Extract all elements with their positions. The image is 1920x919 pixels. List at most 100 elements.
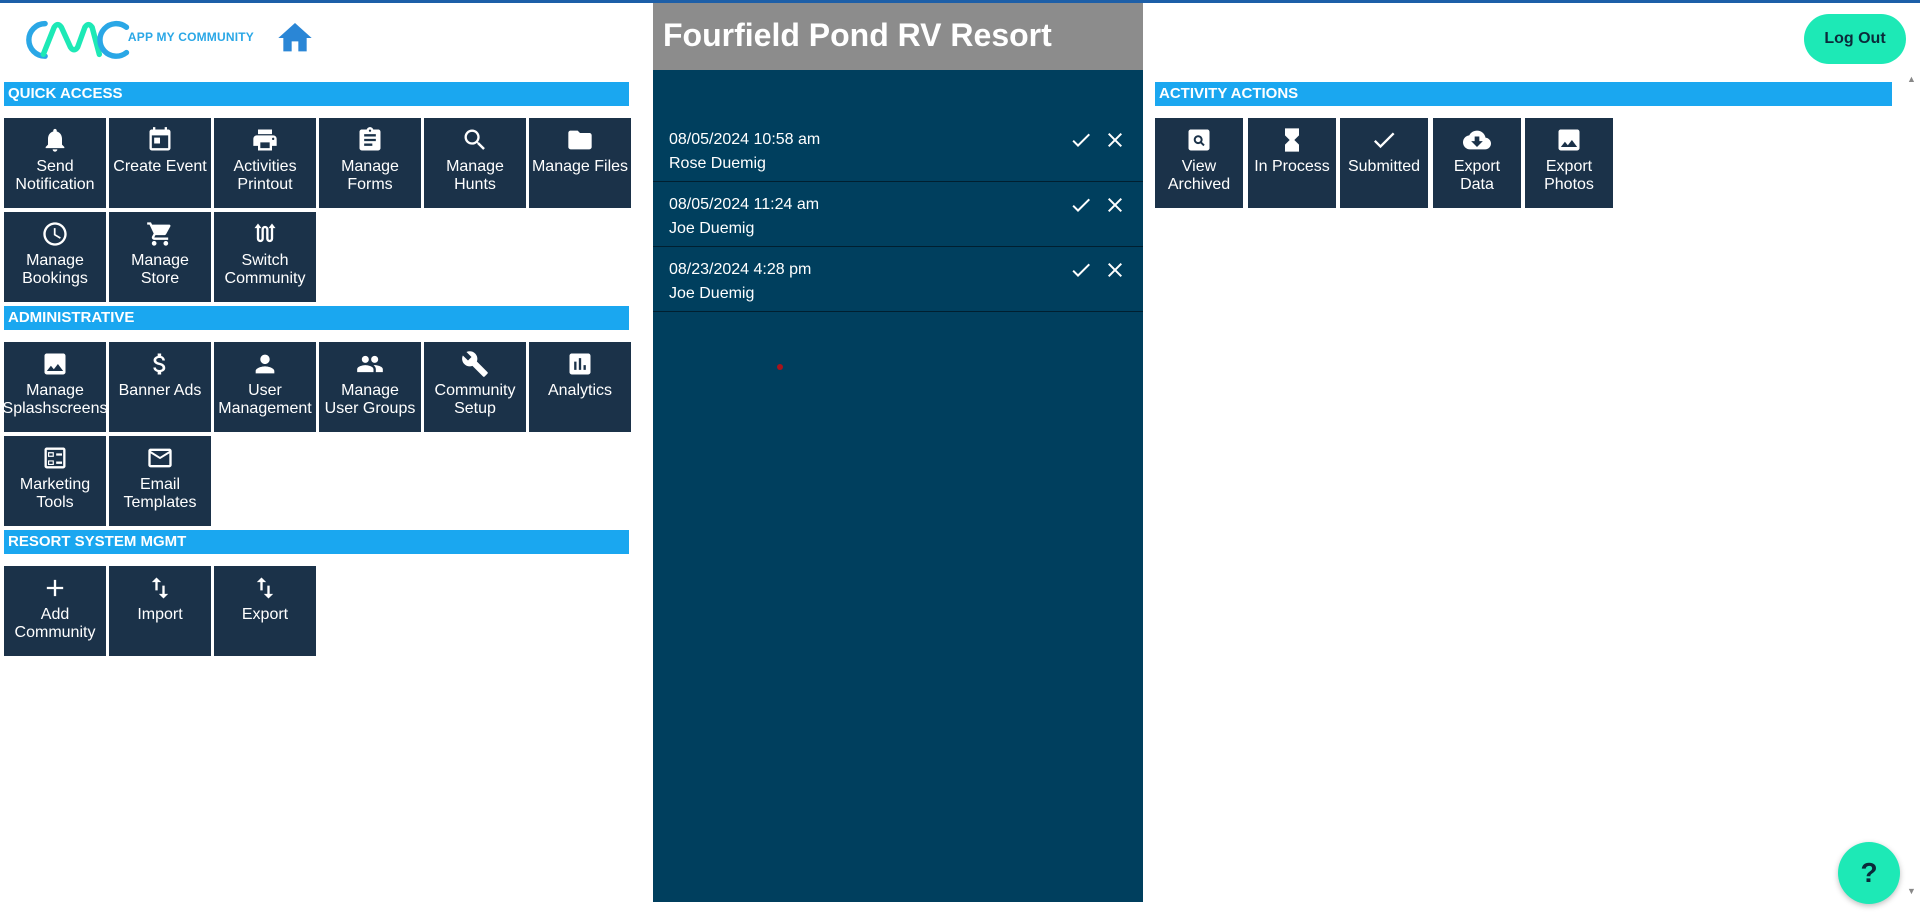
entry-name: Joe Duemig xyxy=(669,220,755,237)
close-icon xyxy=(1108,133,1122,147)
approve-button[interactable] xyxy=(1069,258,1093,282)
switch-community-button[interactable]: Switch Community xyxy=(214,212,316,302)
manage-splashscreens-button[interactable]: Manage Splashscreens xyxy=(3,342,107,432)
manage-files-button[interactable]: Manage Files xyxy=(529,118,631,208)
view-archived-icon xyxy=(1188,129,1210,151)
tile-label: User Management xyxy=(218,382,312,417)
clock-icon xyxy=(43,222,67,246)
tile-label: Import xyxy=(137,606,183,623)
clipboard-icon xyxy=(359,127,381,151)
home-button[interactable] xyxy=(274,18,316,58)
tile-label: Switch Community xyxy=(224,252,306,287)
tile-label: Manage Store xyxy=(131,252,189,287)
create-event-button[interactable]: Create Event xyxy=(109,118,211,208)
check-icon xyxy=(1072,133,1090,147)
submitted-button[interactable]: Submitted xyxy=(1340,118,1428,208)
cursor-dot xyxy=(777,364,783,370)
tile-label: Manage Bookings xyxy=(22,252,88,287)
activity-entry[interactable]: 08/05/2024 10:58 am Rose Duemig xyxy=(653,118,1143,182)
marketing-tools-button[interactable]: Marketing Tools xyxy=(4,436,106,526)
tile-label: Manage Splashscreens xyxy=(2,382,108,417)
check-icon xyxy=(1072,198,1090,212)
person-icon xyxy=(255,354,275,374)
reject-button[interactable] xyxy=(1103,193,1127,217)
approve-button[interactable] xyxy=(1069,128,1093,152)
checklist-icon xyxy=(44,447,66,469)
export-button[interactable]: Export xyxy=(214,566,316,656)
plus-icon xyxy=(46,579,64,597)
user-management-button[interactable]: User Management xyxy=(214,342,316,432)
in-process-button[interactable]: In Process xyxy=(1248,118,1336,208)
entry-name: Joe Duemig xyxy=(669,285,755,302)
home-icon xyxy=(278,23,312,52)
tile-label: In Process xyxy=(1254,158,1330,175)
activity-entry[interactable]: 08/05/2024 11:24 am Joe Duemig xyxy=(653,183,1143,247)
tile-label: Banner Ads xyxy=(118,382,202,399)
scroll-down-arrow[interactable]: ▼ xyxy=(1907,886,1917,896)
check-icon xyxy=(1072,263,1090,277)
section-header-activity-actions: ACTIVITY ACTIONS xyxy=(1155,82,1892,106)
entry-datetime: 08/23/2024 4:28 pm xyxy=(669,261,812,278)
banner-ads-button[interactable]: Banner Ads xyxy=(109,342,211,432)
hourglass-icon xyxy=(1285,128,1299,152)
export-arrows-icon xyxy=(256,577,274,599)
send-notification-button[interactable]: Send Notification xyxy=(4,118,106,208)
amc-logo-mark xyxy=(26,20,130,59)
add-community-button[interactable]: Add Community xyxy=(4,566,106,656)
import-arrows-icon xyxy=(151,577,169,599)
logo-text: APP MY COMMUNITY xyxy=(127,30,254,44)
approve-button[interactable] xyxy=(1069,193,1093,217)
bell-icon xyxy=(45,128,65,152)
export-photos-button[interactable]: Export Photos xyxy=(1525,118,1613,208)
manage-forms-button[interactable]: Manage Forms xyxy=(319,118,421,208)
tile-label: Export Photos xyxy=(1544,158,1594,193)
envelope-icon xyxy=(148,448,172,468)
analytics-button[interactable]: Analytics xyxy=(529,342,631,432)
tile-label: View Archived xyxy=(1167,158,1231,193)
tile-label: Manage Hunts xyxy=(446,158,504,193)
manage-user-groups-button[interactable]: Manage User Groups xyxy=(319,342,421,432)
tile-label: Community Setup xyxy=(434,382,516,417)
tile-label: Marketing Tools xyxy=(19,476,91,511)
manage-bookings-button[interactable]: Manage Bookings xyxy=(4,212,106,302)
email-templates-button[interactable]: Email Templates xyxy=(109,436,211,526)
section-header-quick-access: QUICK ACCESS xyxy=(4,82,629,106)
tile-label: Manage Forms xyxy=(341,158,399,193)
manage-store-button[interactable]: Manage Store xyxy=(109,212,211,302)
help-button[interactable]: ? xyxy=(1838,842,1900,904)
activity-list-panel: 08/05/2024 10:58 am Rose Duemig 08/05/20… xyxy=(653,70,1143,902)
import-button[interactable]: Import xyxy=(109,566,211,656)
entry-datetime: 08/05/2024 10:58 am xyxy=(669,131,821,148)
tile-label: Export Data xyxy=(1453,158,1501,193)
community-title: Fourfield Pond RV Resort xyxy=(653,3,1143,70)
tile-label: Add Community xyxy=(14,606,96,641)
activities-printout-button[interactable]: Activities Printout xyxy=(214,118,316,208)
tile-label: Submitted xyxy=(1347,158,1421,175)
tile-label: Email Templates xyxy=(123,476,197,511)
tile-label: Export xyxy=(241,606,289,623)
logout-button[interactable]: Log Out xyxy=(1804,14,1906,64)
image-icon xyxy=(44,353,66,375)
cart-icon xyxy=(147,222,171,246)
tile-label: Create Event xyxy=(113,158,207,175)
manage-hunts-button[interactable]: Manage Hunts xyxy=(424,118,526,208)
activity-entry[interactable]: 08/23/2024 4:28 pm Joe Duemig xyxy=(653,248,1143,312)
community-setup-button[interactable]: Community Setup xyxy=(424,342,526,432)
scroll-up-arrow[interactable]: ▲ xyxy=(1907,74,1917,84)
section-header-administrative: ADMINISTRATIVE xyxy=(4,306,629,330)
tile-label: Analytics xyxy=(547,382,613,399)
wrench-icon xyxy=(462,351,488,377)
reject-button[interactable] xyxy=(1103,258,1127,282)
image-icon xyxy=(1558,129,1580,151)
export-data-button[interactable]: Export Data xyxy=(1433,118,1521,208)
reject-button[interactable] xyxy=(1103,128,1127,152)
search-icon xyxy=(464,129,485,150)
folder-icon xyxy=(568,130,592,150)
printer-icon xyxy=(253,129,277,151)
close-icon xyxy=(1108,198,1122,212)
view-archived-button[interactable]: View Archived xyxy=(1155,118,1243,208)
entry-name: Rose Duemig xyxy=(669,155,766,172)
close-icon xyxy=(1108,263,1122,277)
check-icon xyxy=(1373,132,1395,149)
app-logo[interactable]: APP MY COMMUNITY xyxy=(18,14,254,64)
